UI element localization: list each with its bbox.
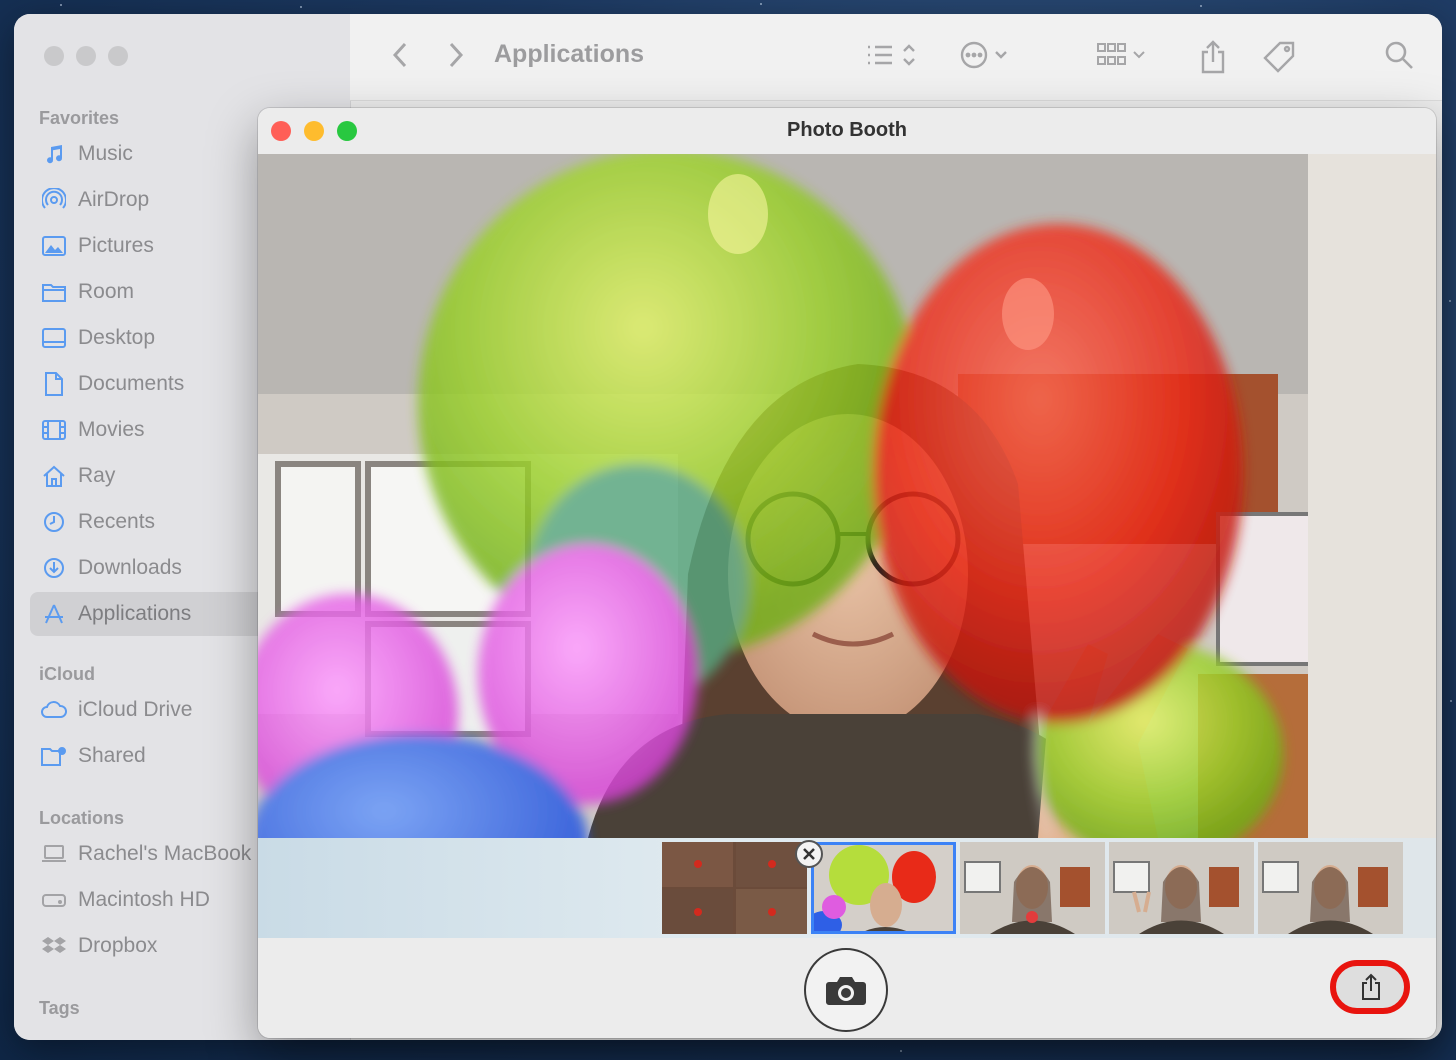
sidebar-item-room[interactable]: Room	[30, 270, 280, 314]
sidebar-item-icloud-drive[interactable]: iCloud Drive	[30, 688, 280, 732]
sidebar-item-dropbox[interactable]: Dropbox	[30, 924, 280, 968]
sidebar-item-label: Rachel's MacBook	[78, 842, 252, 865]
sidebar-item-label: Macintosh HD	[78, 888, 210, 911]
list-view-icon[interactable]	[862, 40, 922, 75]
forward-chevron-icon[interactable]	[446, 40, 466, 75]
sidebar-item-label: Movies	[78, 418, 145, 441]
sidebar-item-label: AirDrop	[78, 188, 150, 211]
take-photo-button[interactable]	[804, 948, 888, 1032]
finder-window-title: Applications	[494, 40, 645, 68]
more-actions-icon[interactable]	[958, 40, 1018, 75]
cloud-icon	[40, 701, 68, 719]
sidebar-item-applications[interactable]: Applications	[30, 592, 280, 636]
finder-minimize-button[interactable]	[76, 46, 96, 66]
home-icon	[40, 465, 68, 487]
sidebar-item-music[interactable]: Music	[30, 132, 280, 176]
sidebar-item-label: Music	[78, 142, 133, 165]
search-icon[interactable]	[1384, 40, 1414, 75]
sidebar-item-label: Documents	[78, 372, 185, 395]
shared-folder-icon	[40, 746, 68, 766]
close-icon	[803, 848, 815, 860]
share-button-highlight	[1330, 960, 1410, 1014]
sidebar-item-movies[interactable]: Movies	[30, 408, 280, 452]
desktop-icon	[40, 328, 68, 348]
photo-booth-titlebar: Photo Booth	[258, 108, 1436, 155]
camera-icon	[826, 977, 866, 1005]
thumbnail-2-selected[interactable]	[811, 842, 956, 934]
sidebar-item-airdrop[interactable]: AirDrop	[30, 178, 280, 222]
camera-preview-image	[258, 154, 1436, 838]
sidebar-item-label: Ray	[78, 464, 116, 487]
finder-toolbar: Applications	[350, 14, 1442, 101]
sidebar-item-downloads[interactable]: Downloads	[30, 546, 280, 590]
thumbnail-5[interactable]	[1258, 842, 1403, 934]
sidebar-item-label: Dropbox	[78, 934, 158, 957]
sidebar-item-shared[interactable]: Shared	[30, 734, 280, 778]
sidebar-item-desktop[interactable]: Desktop	[30, 316, 280, 360]
share-icon[interactable]	[1198, 40, 1228, 79]
sidebar-item-pictures[interactable]: Pictures	[30, 224, 280, 268]
dropbox-icon	[40, 935, 68, 957]
favorites-heading: Favorites	[39, 108, 120, 128]
sidebar-item-label: Shared	[78, 744, 146, 767]
sidebar-item-recents[interactable]: Recents	[30, 500, 280, 544]
download-icon	[40, 557, 68, 579]
airdrop-icon	[40, 188, 68, 212]
back-chevron-icon[interactable]	[390, 40, 410, 75]
thumbnail-3[interactable]	[960, 842, 1105, 934]
sidebar-item-label: iCloud Drive	[78, 698, 193, 721]
locations-heading: Locations	[39, 808, 125, 828]
finder-zoom-button[interactable]	[108, 46, 128, 66]
sidebar-item-label: Recents	[78, 510, 156, 533]
pictures-icon	[40, 236, 68, 256]
sidebar-item-ray[interactable]: Ray	[30, 454, 280, 498]
sidebar-item-label: Desktop	[78, 326, 156, 349]
laptop-icon	[40, 845, 68, 863]
thumbnail-4[interactable]	[1109, 842, 1254, 934]
sidebar-item-label: Downloads	[78, 556, 182, 579]
sidebar-item-label: Applications	[78, 602, 192, 625]
thumbnail-1[interactable]	[662, 842, 807, 934]
music-note-icon	[40, 143, 68, 165]
film-icon	[40, 420, 68, 440]
disk-icon	[40, 892, 68, 908]
document-icon	[40, 372, 68, 396]
folder-icon	[40, 282, 68, 302]
sidebar-item-label: Pictures	[78, 234, 154, 257]
finder-window-controls	[44, 46, 128, 66]
finder-close-button[interactable]	[44, 46, 64, 66]
camera-preview	[258, 154, 1436, 838]
photo-booth-title: Photo Booth	[787, 119, 907, 141]
clock-icon	[40, 511, 68, 533]
group-icon[interactable]	[1094, 40, 1154, 75]
sidebar-item-label: Room	[78, 280, 135, 303]
photo-booth-controls	[258, 938, 1436, 1038]
photo-booth-window: Photo Booth	[258, 108, 1436, 1038]
tag-icon[interactable]	[1262, 40, 1296, 79]
delete-thumbnail-button[interactable]	[795, 840, 823, 868]
tags-heading: Tags	[39, 998, 80, 1018]
sidebar-item-documents[interactable]: Documents	[30, 362, 280, 406]
sidebar-item-macbook[interactable]: Rachel's MacBook	[30, 832, 280, 876]
icloud-heading: iCloud	[39, 664, 95, 684]
sidebar-item-macintosh-hd[interactable]: Macintosh HD	[30, 878, 280, 922]
thumbnail-strip	[258, 838, 1436, 938]
applications-icon	[40, 603, 68, 625]
